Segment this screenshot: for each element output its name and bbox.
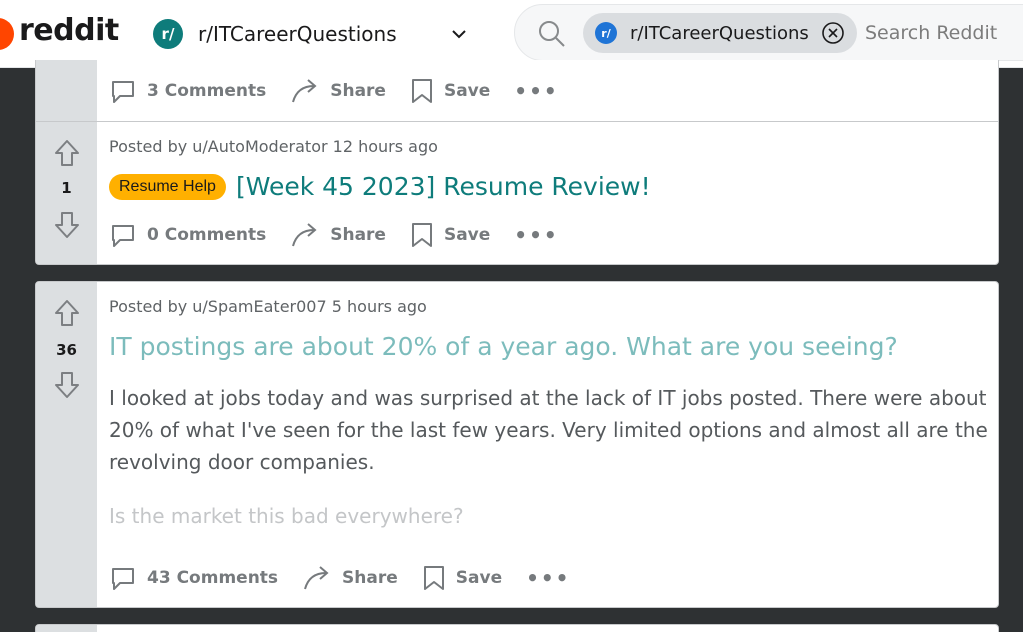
vote-column: 36 (36, 282, 97, 607)
reddit-wordmark[interactable]: reddit (19, 13, 119, 48)
top-bar: reddit r/ r/ITCareerQuestions r/ r/ITCar… (0, 0, 1023, 68)
share-button[interactable]: Share (290, 221, 386, 249)
save-button[interactable]: Save (410, 77, 490, 105)
post-actions: 43 Comments Share Save ••• (109, 562, 570, 594)
downvote-icon[interactable] (54, 210, 80, 240)
share-label: Share (330, 81, 386, 101)
post-card[interactable]: 3 Comments Share Save ••• (35, 60, 999, 122)
post-body-line: I looked at jobs today and was surprised… (109, 386, 987, 410)
save-label: Save (455, 568, 503, 588)
save-button[interactable]: Save (410, 221, 490, 249)
share-button[interactable]: Share (290, 77, 386, 105)
save-label: Save (443, 81, 491, 101)
search-bar[interactable]: r/ r/ITCareerQuestions Search Reddit (514, 4, 1023, 61)
search-input[interactable]: Search Reddit (865, 22, 997, 44)
comments-label: 3 Comments (147, 81, 267, 101)
post-meta[interactable]: Posted by u/AutoModerator 12 hours ago (109, 137, 438, 156)
post-flair[interactable]: Resume Help (109, 173, 226, 200)
comments-label: 43 Comments (147, 568, 279, 588)
bookmark-icon (411, 223, 432, 247)
share-icon (292, 223, 317, 247)
bookmark-icon (423, 566, 444, 590)
post-title-row: Resume Help [Week 45 2023] Resume Review… (109, 172, 651, 201)
post-card[interactable] (35, 624, 999, 632)
comments-label: 0 Comments (147, 225, 267, 245)
post-title[interactable]: [Week 45 2023] Resume Review! (236, 172, 651, 201)
bookmark-icon (411, 79, 432, 103)
subreddit-name: r/ITCareerQuestions (198, 22, 397, 46)
comments-button[interactable]: 3 Comments (109, 77, 266, 105)
post-body-line: revolving door companies. (109, 450, 375, 474)
post-body-faded: Is the market this bad everywhere? (109, 504, 464, 528)
vote-column (36, 625, 97, 632)
post-title[interactable]: IT postings are about 20% of a year ago.… (109, 332, 898, 361)
more-options-button[interactable]: ••• (514, 223, 558, 247)
comments-button[interactable]: 0 Comments (109, 221, 266, 249)
post-body-line: 20% of what I've seen for the last few y… (109, 418, 988, 442)
share-label: Share (342, 568, 398, 588)
upvote-icon[interactable] (54, 138, 80, 168)
save-button[interactable]: Save (422, 564, 502, 592)
chip-subreddit-icon: r/ (595, 22, 617, 44)
post-card[interactable]: 1 Posted by u/AutoModerator 12 hours ago… (35, 121, 999, 265)
post-card[interactable]: 36 Posted by u/SpamEater007 5 hours ago … (35, 281, 999, 608)
share-button[interactable]: Share (302, 564, 398, 592)
vote-column: 1 (36, 122, 97, 264)
close-icon[interactable] (821, 21, 845, 45)
vote-score: 1 (61, 179, 72, 197)
chip-label: r/ITCareerQuestions (630, 22, 809, 44)
comment-icon (112, 225, 134, 247)
post-body[interactable]: I looked at jobs today and was surprised… (109, 382, 988, 478)
comment-icon (112, 81, 134, 103)
reddit-logo-icon[interactable] (0, 18, 14, 50)
search-icon (539, 21, 565, 47)
save-label: Save (443, 225, 491, 245)
share-label: Share (330, 225, 386, 245)
more-options-button[interactable]: ••• (514, 79, 558, 103)
more-options-button[interactable]: ••• (526, 566, 570, 590)
post-actions: 3 Comments Share Save ••• (109, 75, 559, 107)
post-actions: 0 Comments Share Save ••• (109, 219, 559, 251)
chevron-down-icon[interactable] (448, 23, 470, 45)
post-meta[interactable]: Posted by u/SpamEater007 5 hours ago (109, 297, 427, 316)
post-title-row: IT postings are about 20% of a year ago.… (109, 332, 898, 361)
share-icon (292, 79, 317, 103)
vote-column (36, 60, 97, 121)
share-icon (304, 566, 329, 590)
upvote-icon[interactable] (54, 298, 80, 328)
comment-icon (112, 568, 134, 590)
downvote-icon[interactable] (54, 370, 80, 400)
subreddit-selector[interactable]: r/ r/ITCareerQuestions (146, 14, 486, 54)
comments-button[interactable]: 43 Comments (109, 564, 278, 592)
search-community-chip[interactable]: r/ r/ITCareerQuestions (583, 13, 857, 53)
subreddit-icon: r/ (153, 19, 183, 49)
vote-score: 36 (56, 341, 77, 359)
